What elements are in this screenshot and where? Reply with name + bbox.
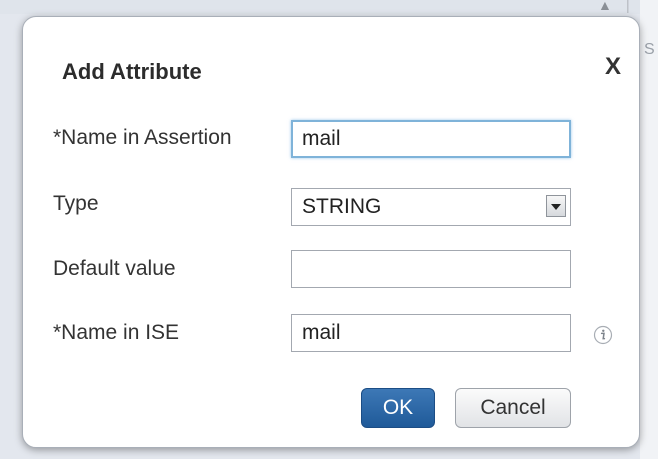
background-text: S — [644, 41, 655, 58]
background-panel — [640, 0, 658, 459]
chevron-down-icon[interactable] — [546, 195, 566, 217]
add-attribute-dialog: Add Attribute X *Name in Assertion Type … — [22, 16, 640, 448]
dialog-title: Add Attribute — [62, 59, 202, 84]
scroll-up-icon[interactable]: ▲ — [598, 0, 612, 12]
name-in-ise-input[interactable] — [291, 314, 571, 352]
background-separator: | — [626, 0, 630, 13]
info-icon[interactable] — [593, 325, 613, 345]
cancel-button[interactable]: Cancel — [455, 388, 571, 428]
type-selected-value: STRING — [302, 195, 382, 218]
type-label: Type — [53, 192, 99, 215]
name-in-ise-label: *Name in ISE — [53, 321, 180, 344]
background-header — [0, 0, 658, 14]
ok-button[interactable]: OK — [361, 388, 435, 428]
default-value-input[interactable] — [291, 250, 571, 288]
name-in-assertion-input[interactable] — [291, 120, 571, 158]
default-value-label: Default value — [53, 257, 176, 280]
close-icon[interactable]: X — [605, 55, 621, 79]
name-in-assertion-label: *Name in Assertion — [53, 126, 232, 149]
type-select[interactable]: STRING — [291, 188, 571, 226]
